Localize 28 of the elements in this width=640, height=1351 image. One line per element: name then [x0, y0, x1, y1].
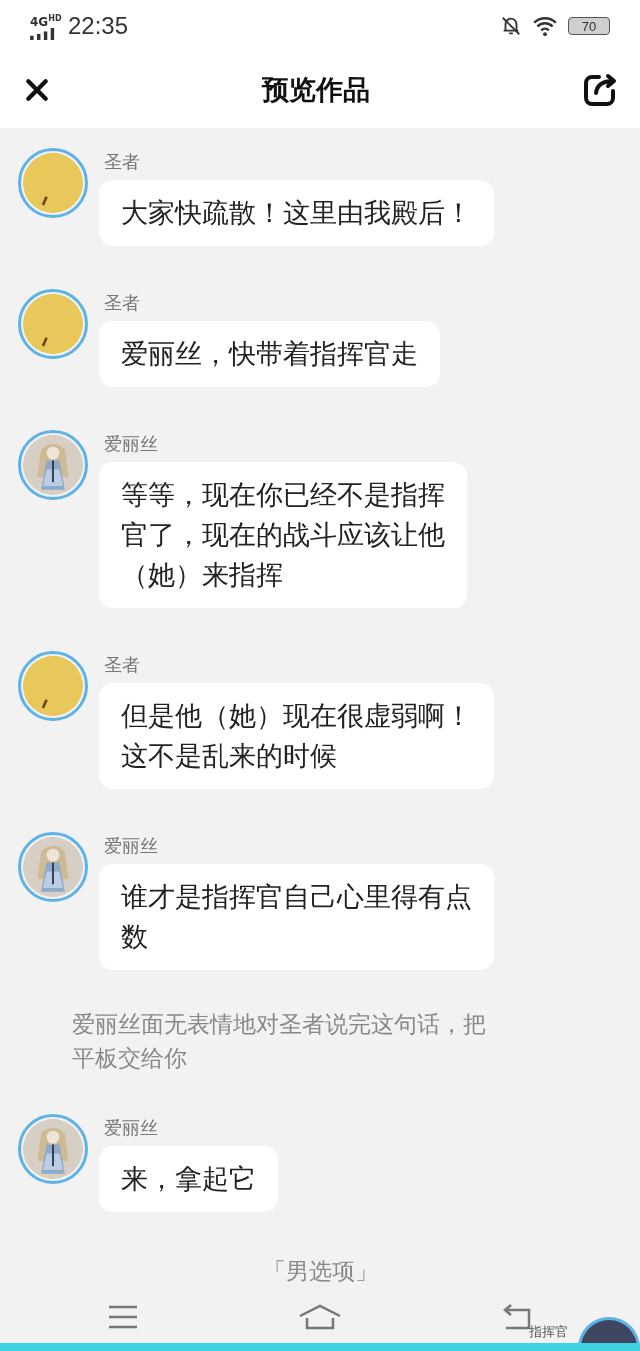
chat-bubble: 爱丽丝，快带着指挥官走	[99, 321, 440, 387]
choice-hint: 「男选项」	[262, 1257, 378, 1286]
menu-icon	[108, 1305, 138, 1329]
home-icon	[299, 1304, 341, 1330]
close-icon	[24, 77, 50, 103]
network-type: 4G$^{HD}$	[30, 12, 62, 28]
speaker-name: 爱丽丝	[104, 836, 159, 858]
chat-bubble: 谁才是指挥官自己心里得有点 数	[99, 864, 494, 970]
chat-bubble: 来，拿起它	[99, 1146, 278, 1212]
wifi-icon	[532, 15, 558, 37]
chat-bubble: 大家快疏散！这里由我殿后！	[99, 180, 494, 246]
narration-text: 爱丽丝面无表情地对圣者说完这句话，把 平板交给你	[71, 1010, 487, 1073]
chat-bubble: 等等，现在你已经不是指挥 官了，现在的战斗应该让他 （她）来指挥	[99, 462, 467, 608]
speaker-name: 爱丽丝	[104, 1118, 159, 1140]
muted-bell-icon	[500, 15, 522, 37]
speaker-name: 爱丽丝	[104, 434, 159, 456]
page-title: 预览作品	[262, 73, 370, 107]
clock-time: 22:35	[68, 12, 129, 40]
share-icon	[582, 72, 618, 108]
chat-bubble: 但是他（她）现在很虚弱啊！ 这不是乱来的时候	[99, 683, 494, 789]
menu-button[interactable]	[108, 1305, 138, 1329]
speaker-name: 圣者	[104, 293, 141, 315]
player-name: 指挥官	[529, 1325, 568, 1339]
speaker-name: 圣者	[104, 655, 141, 677]
signal-icon	[30, 27, 56, 40]
battery-indicator: 70	[568, 17, 610, 35]
home-button[interactable]	[299, 1304, 341, 1330]
speaker-name: 圣者	[104, 152, 141, 174]
